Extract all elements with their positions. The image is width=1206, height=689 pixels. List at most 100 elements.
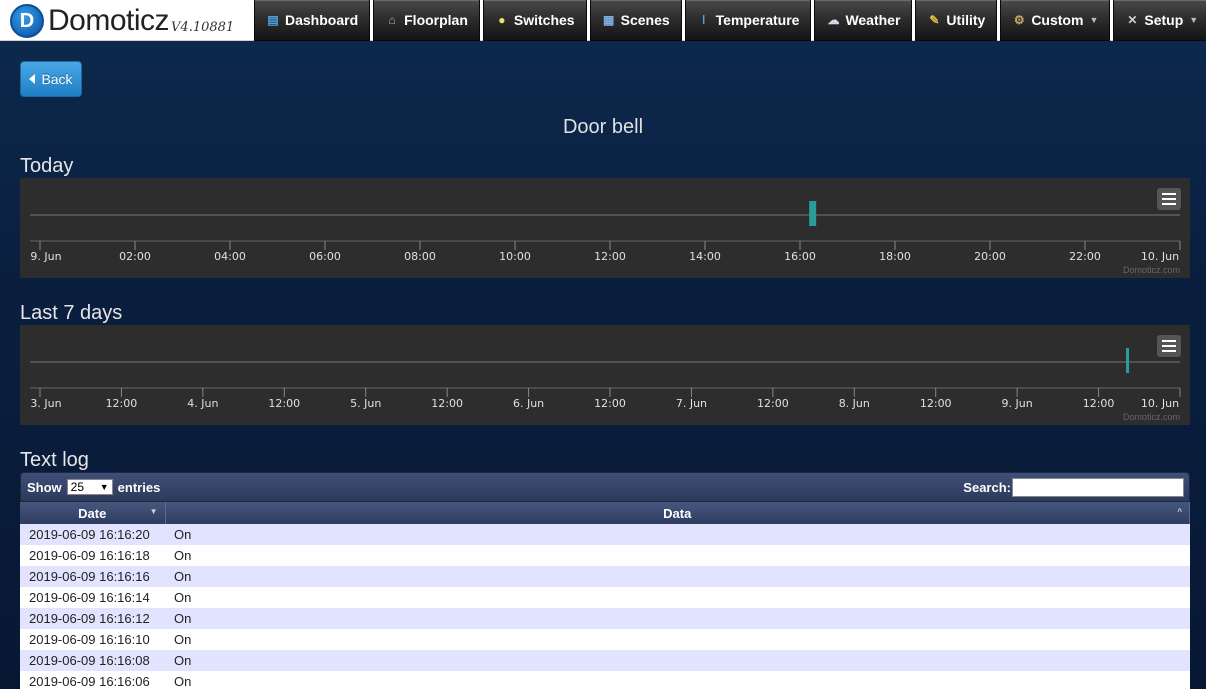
- x-tick-label: 12:00: [757, 397, 789, 410]
- table-row[interactable]: 2019-06-09 16:16:18 On: [20, 545, 1190, 566]
- cell-data: On: [165, 608, 1190, 629]
- main-nav: ▤ Dashboard ⌂ Floorplan ● Switches ▦ Scenes ǀ Tem…: [254, 0, 1206, 41]
- chart-today-svg: 9. Jun 02:00 04:00 06:00 08:00 10:00 12:00 14:0…: [30, 201, 1181, 263]
- text-log-panel: Show 25 ▼ entries Search: Date ▼ Data ^: [20, 472, 1190, 689]
- cell-date: 2019-06-09 16:16:16: [20, 566, 165, 587]
- cell-data: On: [165, 566, 1190, 587]
- x-tick-label: 20:00: [974, 250, 1006, 263]
- cell-date: 2019-06-09 16:16:18: [20, 545, 165, 566]
- table-row[interactable]: 2019-06-09 16:16:14 On: [20, 587, 1190, 608]
- nav-dashboard[interactable]: ▤ Dashboard: [254, 0, 371, 41]
- thermometer-icon: ǀ: [701, 13, 706, 27]
- nav-utility[interactable]: ✎ Utility: [915, 0, 998, 41]
- sort-asc-icon: ^: [1177, 507, 1182, 516]
- cloud-icon: ☁: [827, 13, 840, 27]
- nav-scenes[interactable]: ▦ Scenes: [589, 0, 682, 41]
- nav-floorplan[interactable]: ⌂ Floorplan: [373, 0, 480, 41]
- clapper-icon: ▦: [602, 13, 615, 27]
- x-tick-label: 04:00: [214, 250, 246, 263]
- column-header-date[interactable]: Date ▼: [20, 502, 166, 524]
- week-chart: 3. Jun 12:00 4. Jun 12:00 5. Jun 12:00 6. Jun 1…: [20, 325, 1190, 425]
- x-tick-label: 08:00: [404, 250, 436, 263]
- event-bar[interactable]: [1126, 348, 1130, 373]
- nav-custom[interactable]: ⚙ Custom ▼: [1000, 0, 1111, 41]
- entries-select-value: 25: [70, 480, 85, 494]
- table-row[interactable]: 2019-06-09 16:16:08 On: [20, 650, 1190, 671]
- app-name: Domoticz: [48, 4, 170, 37]
- entries-label: entries: [117, 479, 161, 495]
- cell-data: On: [165, 671, 1190, 689]
- x-tick-label: 10:00: [499, 250, 531, 263]
- x-tick-label: 6. Jun: [513, 397, 544, 410]
- x-tick-label: 10. Jun: [1141, 250, 1179, 263]
- domoticz-logo[interactable]: D Domoticz V4.10881: [10, 3, 234, 39]
- back-arrow-icon: [29, 74, 36, 84]
- x-tick-label: 02:00: [119, 250, 151, 263]
- x-tick-label: 18:00: [879, 250, 911, 263]
- today-chart: 9. Jun 02:00 04:00 06:00 08:00 10:00 12:00 14:0…: [20, 178, 1190, 278]
- cell-data: On: [165, 587, 1190, 608]
- week-section-title: Last 7 days: [20, 302, 123, 324]
- x-tick-label: 3. Jun: [30, 397, 61, 410]
- search-input[interactable]: [1012, 478, 1184, 497]
- cell-data: On: [165, 650, 1190, 671]
- x-tick-label: 12:00: [268, 397, 300, 410]
- lightbulb-icon: ●: [498, 13, 506, 27]
- x-tick-label: 12:00: [106, 397, 138, 410]
- event-bar[interactable]: [809, 201, 817, 226]
- x-tick-label: 12:00: [920, 397, 952, 410]
- nav-setup[interactable]: ✕ Setup ▼: [1113, 0, 1206, 41]
- tools-icon: ✕: [1127, 13, 1138, 27]
- house-icon: ⌂: [388, 13, 396, 27]
- nav-label: Temperature: [715, 12, 800, 28]
- x-tick-label: 8. Jun: [839, 397, 870, 410]
- table-row[interactable]: 2019-06-09 16:16:10 On: [20, 629, 1190, 650]
- x-tick-label: 12:00: [594, 397, 626, 410]
- back-button-label: Back: [41, 71, 73, 87]
- text-log-title: Text log: [20, 449, 89, 471]
- nav-switches[interactable]: ● Switches: [482, 0, 587, 41]
- chevron-down-icon: ▼: [1189, 15, 1199, 25]
- today-section-title: Today: [20, 155, 74, 177]
- nav-label: Floorplan: [404, 12, 468, 28]
- week-chart-credit[interactable]: Domoticz.com: [1123, 412, 1180, 422]
- x-tick-label: 4. Jun: [187, 397, 218, 410]
- week-chart-menu-button[interactable]: [1157, 335, 1181, 357]
- cell-date: 2019-06-09 16:16:06: [20, 671, 165, 689]
- cell-date: 2019-06-09 16:16:12: [20, 608, 165, 629]
- nav-label: Utility: [946, 12, 986, 28]
- back-button[interactable]: Back: [20, 61, 82, 97]
- table-row[interactable]: 2019-06-09 16:16:12 On: [20, 608, 1190, 629]
- nav-label: Weather: [845, 12, 901, 28]
- today-chart-menu-button[interactable]: [1157, 188, 1181, 210]
- cell-date: 2019-06-09 16:16:20: [20, 524, 165, 545]
- chevron-down-icon: ▼: [1089, 15, 1099, 25]
- table-row[interactable]: 2019-06-09 16:16:20 On: [20, 524, 1190, 545]
- cell-date: 2019-06-09 16:16:08: [20, 650, 165, 671]
- column-header-data[interactable]: Data ^: [165, 502, 1190, 524]
- logo-icon: D: [10, 4, 44, 38]
- table-row[interactable]: 2019-06-09 16:16:16 On: [20, 566, 1190, 587]
- utility-icon: ✎: [929, 13, 940, 27]
- x-tick-label: 12:00: [594, 250, 626, 263]
- nav-temperature[interactable]: ǀ Temperature: [684, 0, 812, 41]
- x-tick-label: 12:00: [1083, 397, 1115, 410]
- x-tick-label: 7. Jun: [676, 397, 707, 410]
- cell-date: 2019-06-09 16:16:14: [20, 587, 165, 608]
- cell-data: On: [165, 524, 1190, 545]
- x-tick-label: 06:00: [309, 250, 341, 263]
- x-tick-label: 14:00: [689, 250, 721, 263]
- x-tick-label: 9. Jun: [1002, 397, 1033, 410]
- cell-date: 2019-06-09 16:16:10: [20, 629, 165, 650]
- x-tick-label: 12:00: [431, 397, 463, 410]
- search-label: Search:: [963, 480, 1011, 495]
- dashboard-icon: ▤: [267, 13, 279, 27]
- table-row[interactable]: 2019-06-09 16:16:06 On: [20, 671, 1190, 689]
- text-log-body: 2019-06-09 16:16:20 On 2019-06-09 16:16:18…: [20, 524, 1190, 689]
- x-tick-label: 10. Jun: [1141, 397, 1179, 410]
- chart-week-svg: 3. Jun 12:00 4. Jun 12:00 5. Jun 12:00 6. Jun 1…: [30, 348, 1181, 410]
- today-chart-credit[interactable]: Domoticz.com: [1123, 265, 1180, 275]
- entries-select[interactable]: 25 ▼: [66, 479, 113, 495]
- nav-weather[interactable]: ☁ Weather: [814, 0, 913, 41]
- page-title: Door bell: [562, 116, 644, 138]
